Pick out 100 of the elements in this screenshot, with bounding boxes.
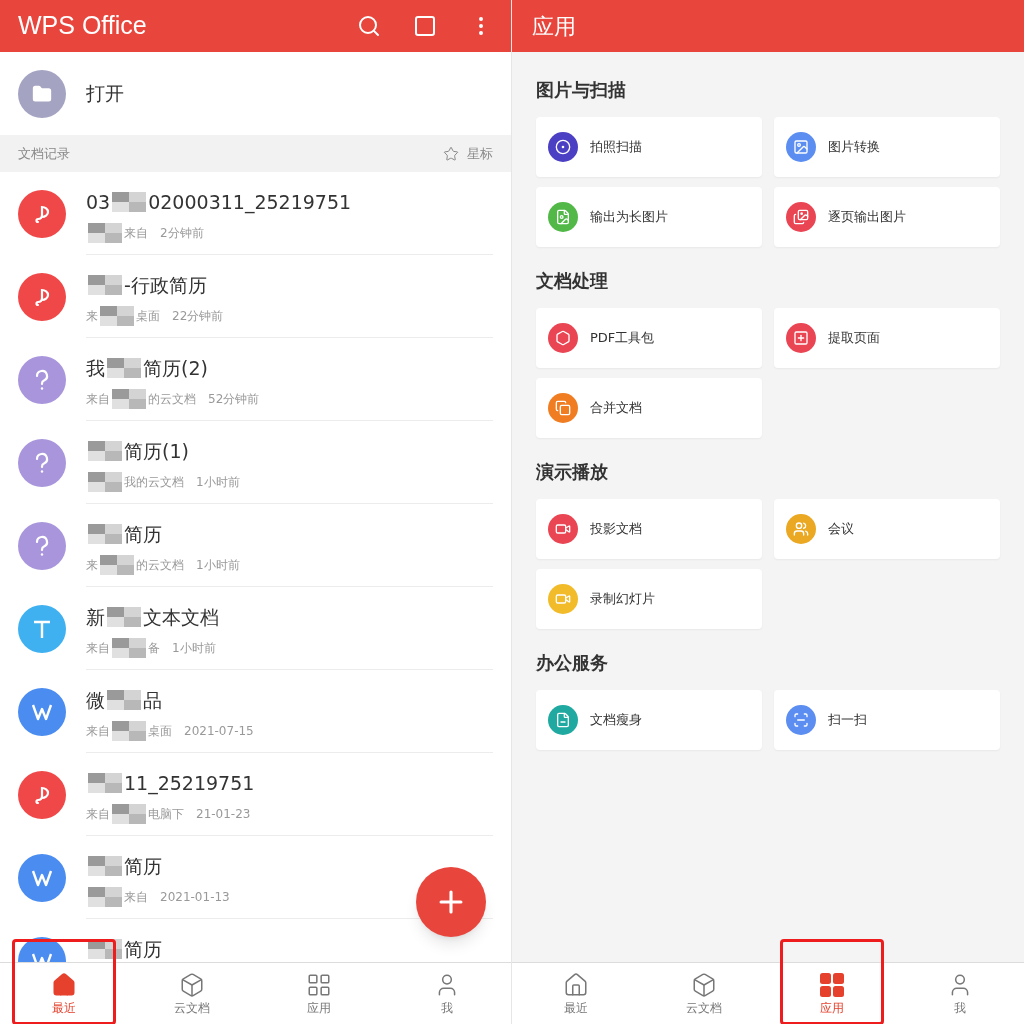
file-source: 桌面: [148, 722, 172, 740]
file-name: 品: [143, 688, 162, 713]
file-name: 简历: [124, 854, 162, 879]
file-source: 来自: [86, 805, 110, 823]
file-name: 新: [86, 605, 105, 630]
redaction-mosaic: [107, 607, 141, 628]
redaction-mosaic: [100, 305, 134, 326]
file-source: 来自: [86, 390, 110, 408]
nav-tab[interactable]: 我: [383, 963, 511, 1024]
search-icon[interactable]: [357, 14, 381, 38]
file-row[interactable]: -行政简历 来 桌面 22分钟前: [0, 255, 511, 338]
file-row[interactable]: 简历 来 的云文档 1小时前: [0, 504, 511, 587]
redaction-mosaic: [112, 388, 146, 409]
redaction-mosaic: [112, 192, 147, 213]
file-row[interactable]: 微 品 来自 桌面 2021-07-15: [0, 670, 511, 753]
folder-icon: [18, 69, 66, 118]
redaction-mosaic: [88, 886, 122, 907]
section-title: 演示播放: [536, 460, 609, 484]
file-row[interactable]: 03 02000311_25219751 来自 2分钟前: [0, 172, 511, 255]
file-source: 桌面: [136, 307, 160, 325]
file-name: 02000311_25219751: [148, 190, 352, 216]
redaction-mosaic: [107, 690, 141, 711]
cube-icon: [178, 971, 205, 998]
redaction-mosaic: [88, 939, 122, 960]
file-name: -行政简历: [124, 273, 207, 298]
file-source: 的云文档: [148, 390, 196, 408]
redaction-mosaic: [112, 803, 146, 824]
app-title: WPS Office: [18, 10, 148, 42]
section-title: 办公服务: [536, 651, 609, 675]
file-row[interactable]: 11_25219751 来自 电脑下 21-01-23: [0, 753, 511, 836]
file-time: 1小时前: [196, 556, 240, 574]
nav-tab[interactable]: 我: [896, 963, 1024, 1024]
file-type-icon: [18, 853, 66, 902]
tool-card[interactable]: 提取页面: [774, 308, 1000, 368]
file-time: 1小时前: [196, 473, 240, 491]
nav-tab[interactable]: 最近: [0, 963, 128, 1024]
file-time: 21-01-23: [196, 805, 251, 823]
file-row[interactable]: 简历(1) 我的云文档 1小时前: [0, 421, 511, 504]
tool-card[interactable]: PDF工具包: [536, 308, 762, 368]
redaction-mosaic: [88, 471, 122, 492]
file-type-icon: [18, 521, 66, 570]
file-name: 简历: [124, 937, 162, 962]
redaction-mosaic: [88, 524, 122, 545]
file-name: 11_25219751: [124, 771, 255, 797]
square-icon[interactable]: [413, 14, 437, 38]
file-type-icon: [18, 272, 66, 321]
file-source: 来自: [86, 722, 110, 740]
grid-icon: [819, 971, 845, 998]
file-type-icon: [18, 687, 66, 736]
redaction-mosaic: [112, 637, 146, 658]
file-name: 文本文档: [143, 605, 219, 630]
tool-card[interactable]: 扫一扫: [774, 690, 1000, 750]
redaction-mosaic: [88, 222, 122, 243]
tool-card[interactable]: 投影文档: [536, 499, 762, 559]
page-title: 应用: [532, 12, 576, 41]
file-time: 1小时前: [172, 639, 216, 657]
nav-tab[interactable]: 应用: [255, 963, 384, 1024]
redaction-mosaic: [107, 358, 141, 379]
tool-card[interactable]: 录制幻灯片: [536, 569, 762, 629]
file-time: 2分钟前: [160, 224, 204, 242]
section-title: 图片与扫描: [536, 78, 627, 102]
tool-card[interactable]: 合并文档: [536, 378, 762, 438]
file-type-icon: [18, 604, 66, 653]
file-source: 来自: [124, 888, 148, 906]
tool-card[interactable]: 逐页输出图片: [774, 187, 1000, 247]
tool-card[interactable]: 文档瘦身: [536, 690, 762, 750]
file-source: 来: [86, 307, 98, 325]
nav-tab[interactable]: 应用: [768, 963, 896, 1024]
home-icon: [50, 971, 77, 998]
file-source: 来自: [86, 639, 110, 657]
nav-tab[interactable]: 云文档: [640, 963, 768, 1024]
redaction-mosaic: [88, 773, 122, 794]
redaction-mosaic: [88, 856, 122, 877]
file-name: 微: [86, 688, 105, 713]
tool-card[interactable]: 会议: [774, 499, 1000, 559]
star-icon: [443, 145, 459, 162]
file-row[interactable]: 我 简历(2) 来自 的云文档 52分钟前: [0, 338, 511, 421]
file-name: 03: [86, 190, 111, 215]
file-type-icon: [18, 438, 66, 487]
file-type-icon: [18, 770, 66, 819]
home-icon: [563, 971, 589, 998]
nav-tab[interactable]: 云文档: [127, 963, 256, 1024]
file-time: 22分钟前: [172, 307, 224, 325]
file-name: 简历: [124, 522, 162, 547]
cube-icon: [691, 971, 717, 998]
add-button[interactable]: [416, 867, 486, 937]
file-time: 52分钟前: [208, 390, 260, 408]
section-title: 文档处理: [536, 269, 609, 293]
file-type-icon: [18, 355, 66, 404]
file-source: 来自: [124, 224, 148, 242]
grid-icon: [306, 971, 333, 998]
redaction-mosaic: [112, 720, 146, 741]
tool-card[interactable]: 输出为长图片: [536, 187, 762, 247]
redaction-mosaic: [100, 554, 134, 575]
file-type-icon: [18, 189, 66, 238]
file-time: 2021-01-13: [160, 888, 230, 906]
file-row[interactable]: 新 文本文档 来自 备 1小时前: [0, 587, 511, 670]
tool-card[interactable]: 图片转换: [774, 117, 1000, 177]
nav-tab[interactable]: 最近: [512, 963, 640, 1024]
tool-card[interactable]: 拍照扫描: [536, 117, 762, 177]
